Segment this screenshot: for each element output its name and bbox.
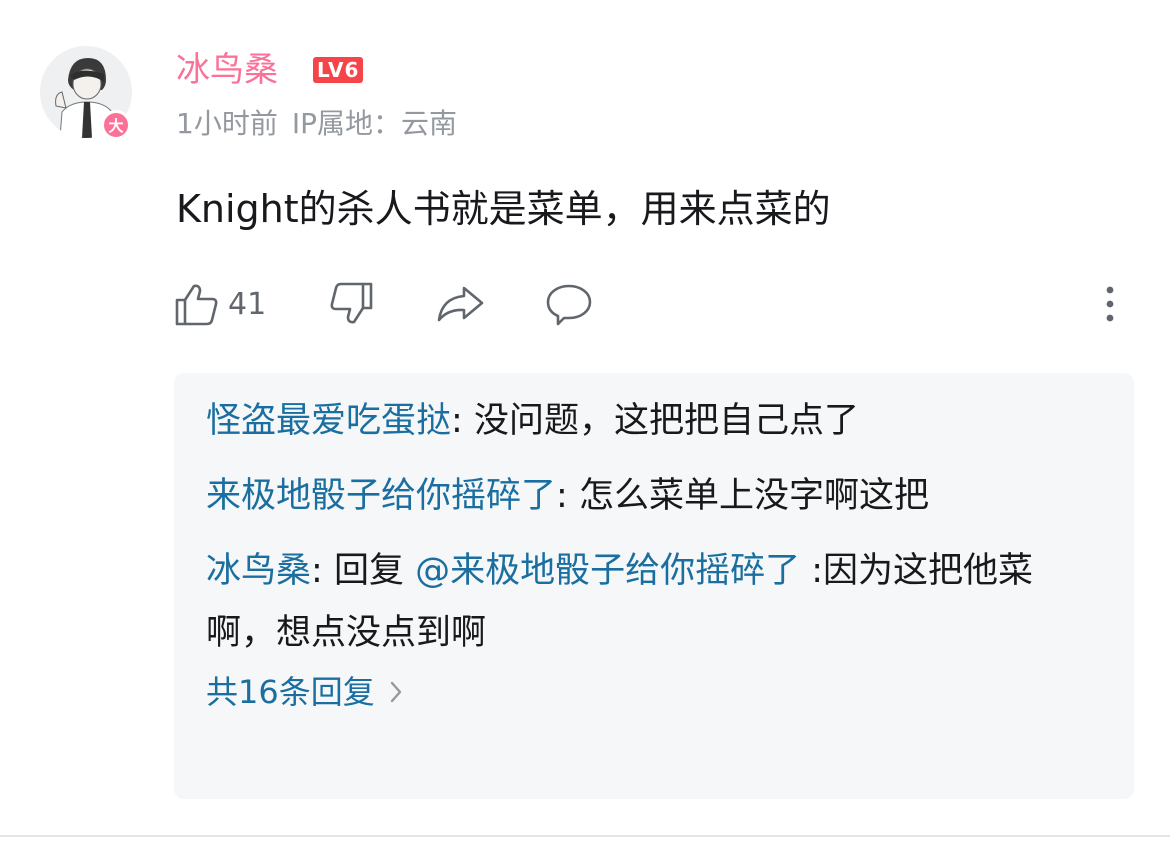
reply-username[interactable]: 冰鸟桑 — [206, 551, 311, 591]
reply-username[interactable]: 怪盗最爱吃蛋挞 — [206, 401, 451, 441]
chevron-right-icon — [390, 681, 401, 703]
reply-button[interactable] — [544, 282, 594, 326]
reply-item[interactable]: 来极地骰子给你摇碎了: 怎么菜单上没字啊这把 — [206, 474, 1102, 518]
thumb-down-icon — [330, 282, 373, 324]
reply-separator: : — [556, 476, 579, 516]
reply-mention[interactable]: @来极地骰子给你摇碎了 — [415, 551, 800, 591]
like-count: 41 — [228, 286, 267, 322]
reply-text: 怎么菜单上没字啊这把 — [578, 476, 929, 516]
comment-meta: 1小时前 IP属地：云南 — [176, 106, 457, 142]
share-icon — [437, 286, 484, 322]
vip-badge: 大 — [101, 110, 131, 140]
reply-item[interactable]: 冰鸟桑: 回复 @来极地骰子给你摇碎了 :因为这把他菜啊，想点没点到啊 — [206, 540, 1102, 664]
replies-box: 怪盗最爱吃蛋挞: 没问题，这把把自己点了 来极地骰子给你摇碎了: 怎么菜单上没字… — [174, 373, 1134, 799]
reply-icon — [546, 284, 592, 326]
more-options-button[interactable] — [1100, 284, 1120, 324]
comment-actions: 41 — [0, 280, 1170, 330]
comment-text: Knight的杀人书就是菜单，用来点菜的 — [176, 187, 831, 231]
reply-text: 没问题，这把把自己点了 — [473, 401, 859, 441]
reply-separator: : — [311, 551, 334, 591]
like-button[interactable]: 41 — [174, 282, 266, 326]
username[interactable]: 冰鸟桑 — [176, 50, 278, 90]
reply-username[interactable]: 来极地骰子给你摇碎了 — [206, 476, 556, 516]
total-replies-label: 共16条回复 — [206, 673, 375, 711]
reply-prefix: 回复 — [333, 551, 416, 591]
more-icon — [1106, 286, 1114, 322]
divider — [0, 835, 1170, 837]
level-badge: LV6 — [313, 57, 364, 83]
share-button[interactable] — [436, 282, 486, 326]
thumb-up-icon — [175, 284, 218, 326]
ip-location: IP属地：云南 — [291, 107, 457, 140]
reply-item[interactable]: 怪盗最爱吃蛋挞: 没问题，这把把自己点了 — [206, 399, 1102, 443]
reply-separator: : — [451, 401, 474, 441]
view-all-replies-link[interactable]: 共16条回复 — [206, 672, 1102, 712]
comment-time: 1小时前 — [176, 107, 278, 140]
dislike-button[interactable] — [328, 282, 374, 326]
